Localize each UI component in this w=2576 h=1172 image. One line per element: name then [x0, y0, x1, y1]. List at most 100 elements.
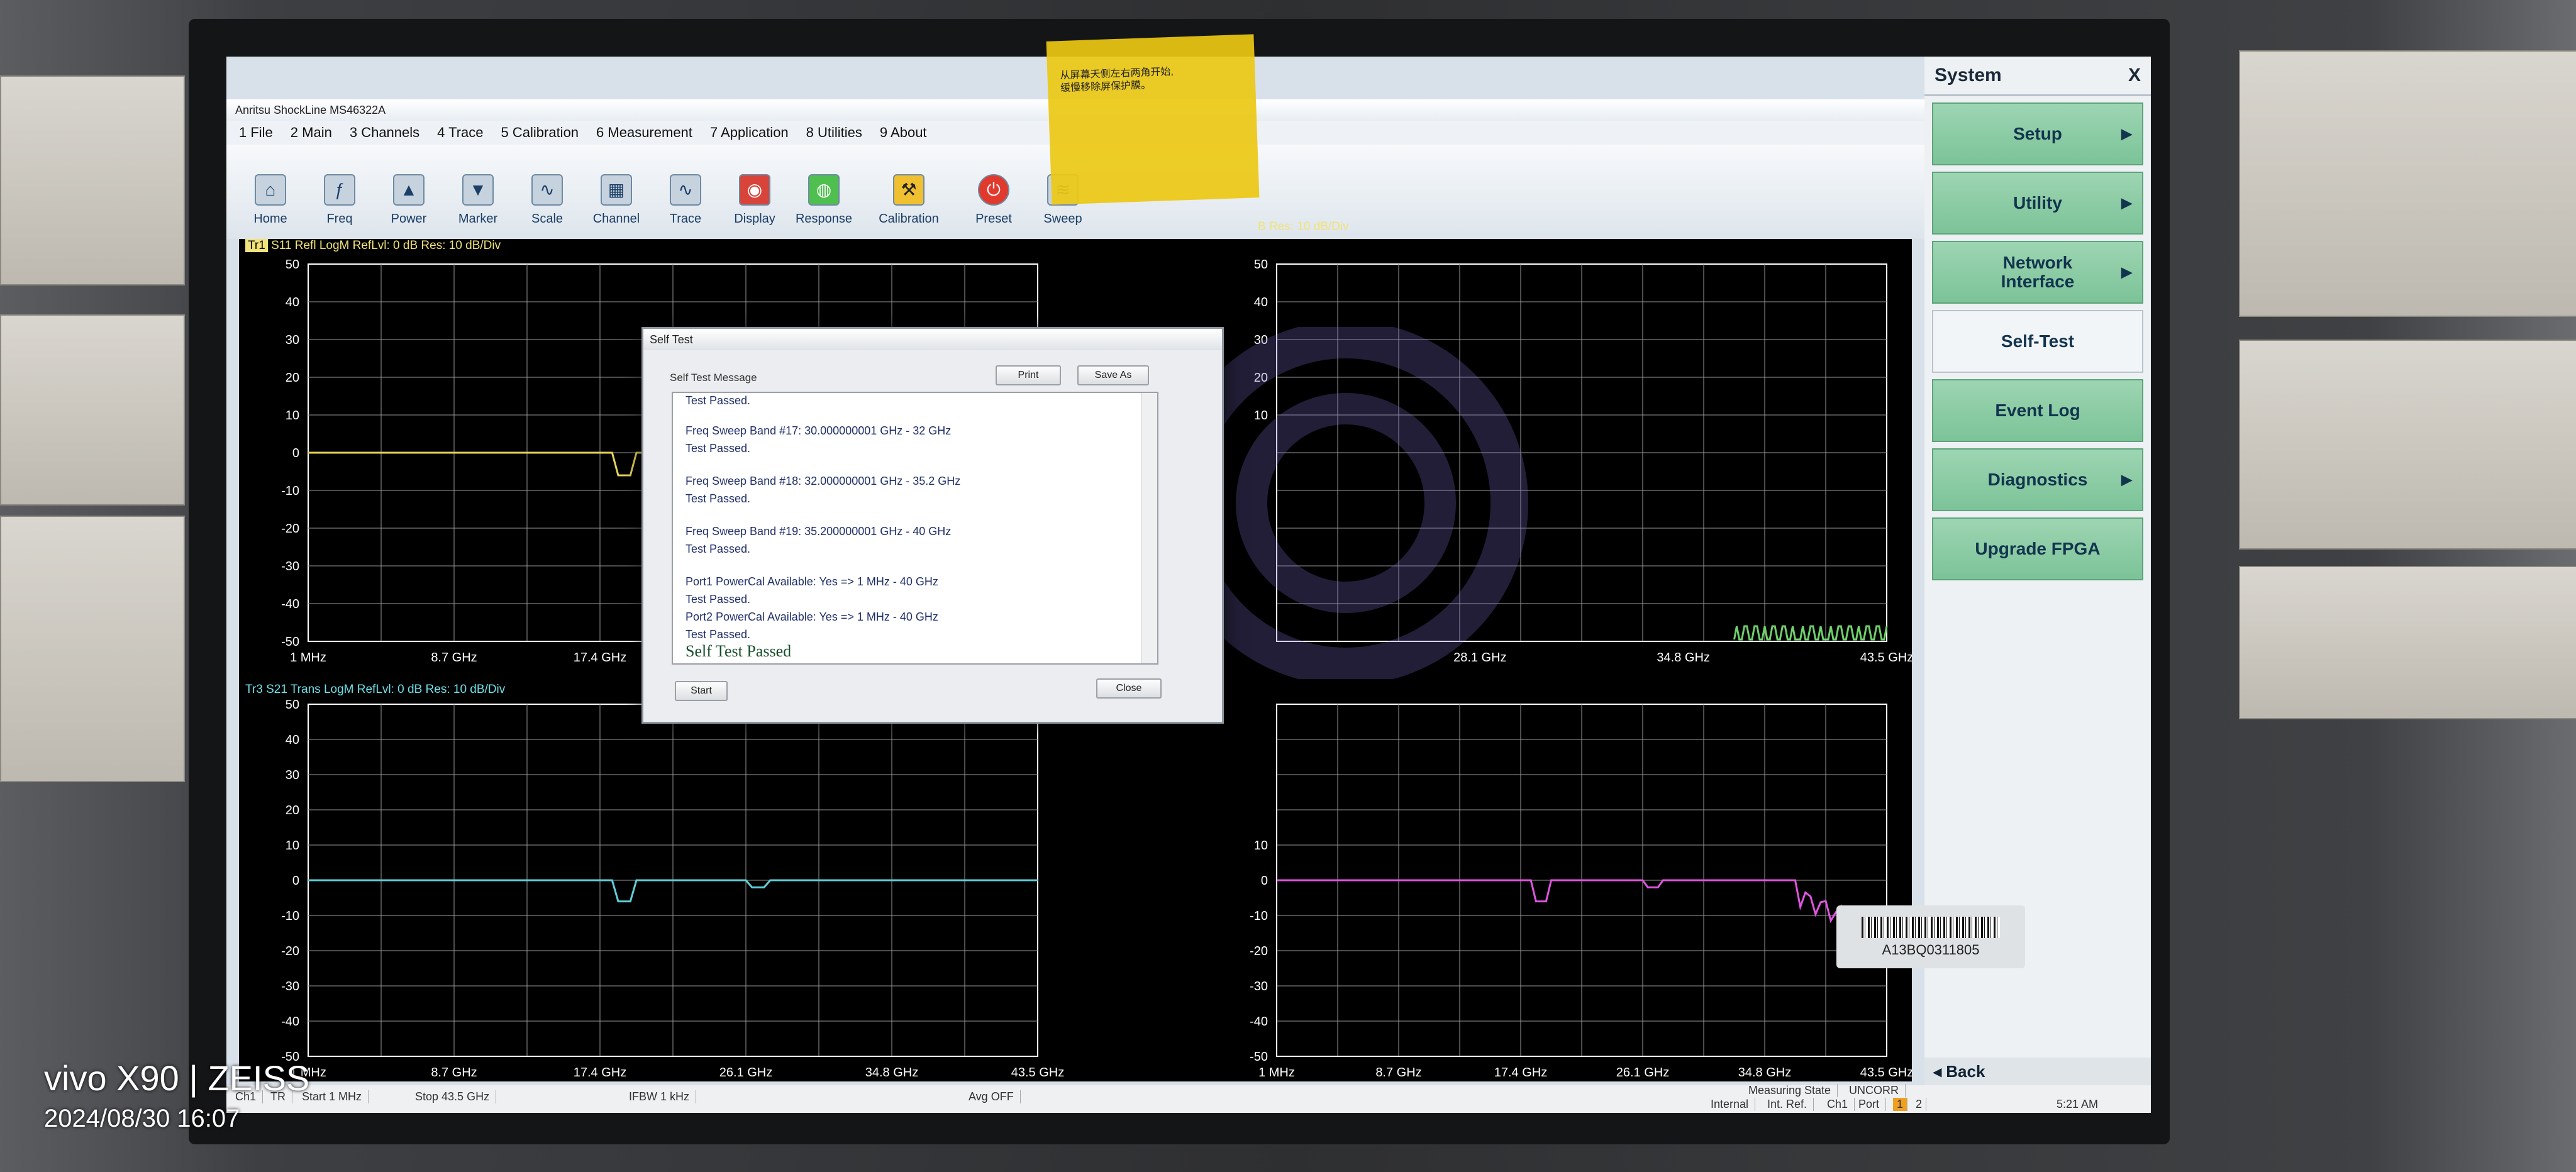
y-tick-label: 50 — [1254, 258, 1268, 272]
y-tick-label: -10 — [1250, 909, 1268, 923]
y-tick-label: 40 — [1254, 296, 1268, 309]
sticker-text: 从屏幕天侧左右两角开始, 缓慢移除屏保护膜。 — [1060, 66, 1174, 94]
log-line: Freq Sweep Band #18: 32.000000001 GHz - … — [686, 475, 961, 487]
toolbar-home-button[interactable]: ⌂ Home — [239, 145, 302, 233]
y-tick-label: 10 — [286, 839, 299, 853]
menu-file[interactable]: 1 File — [239, 121, 273, 145]
status-time: 5:21 AM — [2057, 1098, 2099, 1110]
close-icon[interactable]: X — [2128, 57, 2141, 94]
tr1-label: Tr1 — [245, 239, 268, 252]
log-line: Port2 PowerCal Available: Yes => 1 MHz -… — [686, 611, 938, 623]
status-bar: Ch1 TR Start 1 MHz Stop 43.5 GHz IFBW 1 … — [226, 1084, 2151, 1113]
status-int-ref: Int. Ref. — [1767, 1098, 1814, 1111]
y-tick-label: -20 — [281, 522, 299, 536]
toolbar-trace-button[interactable]: ∿ Trace — [654, 145, 717, 233]
log-line: Freq Sweep Band #17: 30.000000001 GHz - … — [686, 424, 952, 437]
network-interface-button[interactable]: Network Interface ▶ — [1932, 241, 2143, 304]
preset-icon: ⏻ — [978, 174, 1009, 206]
log-line: Port1 PowerCal Available: Yes => 1 MHz -… — [686, 575, 938, 588]
menu-about[interactable]: 9 About — [880, 121, 927, 145]
toolbar-scale-button[interactable]: ∿ Scale — [516, 145, 579, 233]
status-measuring: Measuring State — [1748, 1084, 1838, 1097]
y-tick-label: 20 — [286, 371, 299, 385]
close-button[interactable]: Close — [1096, 678, 1162, 699]
wrench-icon: ⚒ — [893, 174, 924, 206]
toolbar-response-button[interactable]: ◍ Response — [792, 145, 855, 233]
y-tick-label: 40 — [286, 733, 299, 747]
menu-channels[interactable]: 3 Channels — [350, 121, 419, 145]
x-tick-label: 28.1 GHz — [1453, 651, 1506, 665]
x-tick-label: 34.8 GHz — [1738, 1066, 1791, 1080]
log-line: Test Passed. — [686, 492, 751, 505]
x-tick-label: 17.4 GHz — [574, 1066, 626, 1080]
y-tick-label: 0 — [292, 446, 299, 460]
self-test-result: Self Test Passed — [686, 642, 792, 660]
x-tick-label: 17.4 GHz — [574, 651, 626, 665]
toolbar-marker-button[interactable]: ▼ Marker — [447, 145, 509, 233]
x-tick-label: 8.7 GHz — [431, 651, 477, 665]
y-tick-label: -40 — [1250, 1015, 1268, 1029]
arrow-right-icon: ▶ — [2121, 264, 2132, 280]
save-as-button[interactable]: Save As — [1077, 365, 1149, 385]
self-test-log[interactable]: Test Passed. Freq Sweep Band #17: 30.000… — [672, 392, 1158, 665]
status-ch1: Ch1 — [1827, 1098, 1855, 1111]
x-tick-label: 17.4 GHz — [1494, 1066, 1547, 1080]
frequency-icon: ƒ — [324, 174, 355, 206]
arrow-right-icon: ▶ — [2121, 195, 2132, 211]
diagnostics-button[interactable]: Diagnostics ▶ — [1932, 448, 2143, 511]
bench-instrument-left — [0, 75, 185, 285]
y-tick-label: -20 — [1250, 944, 1268, 958]
trace-line — [1733, 625, 1888, 641]
menu-trace[interactable]: 4 Trace — [437, 121, 483, 145]
upgrade-fpga-button[interactable]: Upgrade FPGA — [1932, 517, 2143, 580]
toolbar-preset-button[interactable]: ⏻ Preset — [962, 145, 1025, 233]
menu-measurement[interactable]: 6 Measurement — [596, 121, 692, 145]
tr2-title: B Res: 10 dB/Div — [1258, 220, 1349, 233]
response-icon: ◍ — [808, 174, 840, 206]
y-tick-label: -10 — [281, 909, 299, 923]
back-button[interactable]: ◂ Back — [1924, 1058, 2151, 1085]
toolbar-power-button[interactable]: ▲ Power — [377, 145, 440, 233]
y-tick-label: 10 — [1254, 409, 1268, 423]
toolbar-calibration-button[interactable]: ⚒ Calibration — [862, 145, 956, 233]
dialog-caption: Self Test Message — [670, 372, 757, 384]
x-tick-label: 34.8 GHz — [1657, 651, 1709, 665]
y-tick-label: 50 — [286, 698, 299, 712]
arrow-right-icon: ▶ — [2121, 472, 2132, 487]
y-tick-label: -30 — [281, 560, 299, 573]
y-tick-label: -30 — [1250, 980, 1268, 993]
menu-utilities[interactable]: 8 Utilities — [806, 121, 862, 145]
x-tick-label: 8.7 GHz — [1375, 1066, 1421, 1080]
x-tick-label: 1 MHz — [1258, 1066, 1295, 1080]
print-button[interactable]: Print — [996, 365, 1061, 385]
utility-button[interactable]: Utility ▶ — [1932, 172, 2143, 235]
bench-instrument-left-2 — [0, 314, 185, 506]
self-test-dialog: Self Test Self Test Message Print Save A… — [641, 327, 1224, 724]
toolbar-channel-button[interactable]: ▦ Channel — [585, 145, 648, 233]
menu-calibration[interactable]: 5 Calibration — [501, 121, 579, 145]
y-tick-label: 10 — [1254, 839, 1268, 853]
status-avg: Avg OFF — [969, 1090, 1021, 1103]
y-tick-label: -10 — [281, 484, 299, 498]
display-icon: ◉ — [739, 174, 770, 206]
channel-icon: ▦ — [601, 174, 632, 206]
tr3-title: Tr3 S21 Trans LogM RefLvl: 0 dB Res: 10 … — [245, 683, 506, 696]
menu-application[interactable]: 7 Application — [710, 121, 789, 145]
tr3-label: Tr3 — [245, 683, 263, 696]
home-icon: ⌂ — [255, 174, 286, 206]
menu-main[interactable]: 2 Main — [291, 121, 332, 145]
log-scrollbar[interactable] — [1141, 393, 1157, 663]
log-line: Test Passed. — [686, 442, 751, 455]
serial-number-text: A13BQ0311805 — [1882, 942, 1980, 958]
marker-icon: ▼ — [462, 174, 494, 206]
setup-button[interactable]: Setup ▶ — [1932, 102, 2143, 165]
self-test-button[interactable]: Self-Test — [1932, 310, 2143, 373]
toolbar-freq-button[interactable]: ƒ Freq — [308, 145, 371, 233]
y-tick-label: 30 — [286, 768, 299, 782]
toolbar-display-button[interactable]: ◉ Display — [723, 145, 786, 233]
y-tick-label: 20 — [1254, 371, 1268, 385]
event-log-button[interactable]: Event Log — [1932, 379, 2143, 442]
status-ifbw: IFBW 1 kHz — [629, 1090, 697, 1103]
status-port: Port — [1858, 1098, 1887, 1111]
start-button[interactable]: Start — [675, 681, 728, 701]
